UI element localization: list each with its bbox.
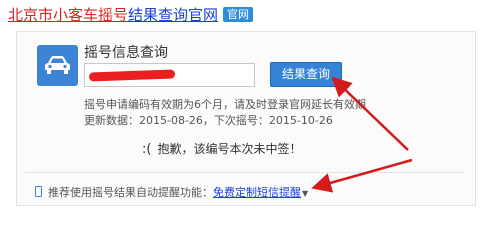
annotation-arrows (311, 76, 413, 193)
annotation-arrow-to-button (331, 76, 409, 151)
annotation-arrow-to-link (311, 158, 413, 193)
